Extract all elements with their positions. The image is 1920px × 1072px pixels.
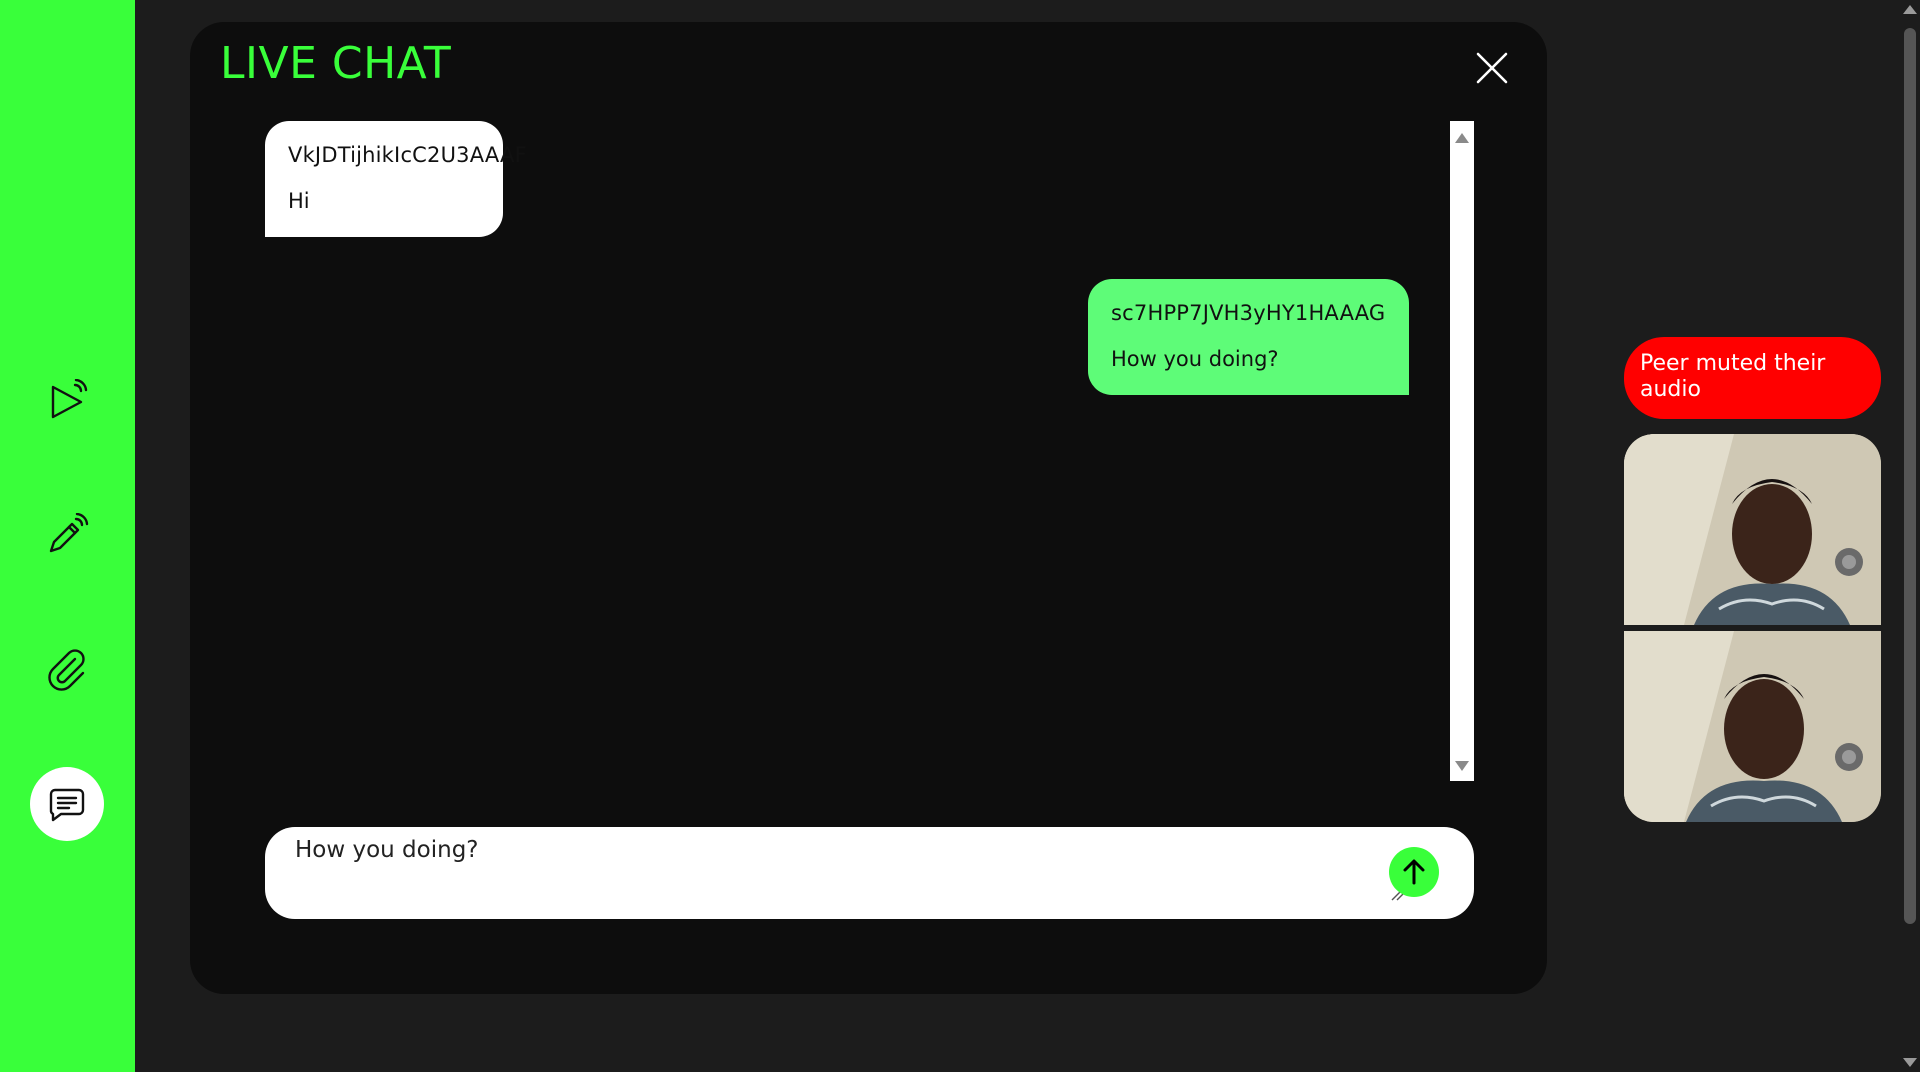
sidebar-item-draw[interactable] [30,498,104,572]
message-incoming: VkJDTijhikIcC2U3AAAF Hi [265,121,527,237]
live-chat-panel: LIVE CHAT VkJDTijhikIcC2U3AAAF Hi sc7HPP… [190,22,1547,994]
message-text: How you doing? [1111,347,1279,371]
message-composer [265,827,1474,919]
scroll-down-icon[interactable] [1455,761,1469,771]
message-sender: VkJDTijhikIcC2U3AAAF [288,143,527,167]
close-icon [1476,52,1508,84]
chat-title: LIVE CHAT [220,38,452,89]
person-video-image [1624,434,1881,625]
message-input[interactable] [295,837,1345,907]
play-broadcast-icon [51,379,88,419]
sidebar-item-chat[interactable] [30,767,104,841]
sidebar-item-attach[interactable] [30,632,104,706]
close-chat-button[interactable] [1472,48,1512,88]
message-list: VkJDTijhikIcC2U3AAAF Hi sc7HPP7JVH3yHY1H… [265,121,1409,781]
page-scroll-down-icon[interactable] [1903,1058,1917,1067]
message-sender: sc7HPP7JVH3yHY1HAAAG [1111,301,1386,325]
pencil-broadcast-icon [49,513,89,553]
sidebar [0,0,135,1072]
local-video [1624,631,1881,822]
chat-icon [49,788,85,822]
arrow-up-icon [1403,859,1425,885]
sidebar-item-stream[interactable] [30,364,104,438]
paperclip-icon [48,649,85,691]
page-scrollbar[interactable] [1899,0,1920,1072]
message-outgoing: sc7HPP7JVH3yHY1HAAAG How you doing? [1088,279,1409,395]
scroll-up-icon[interactable] [1455,133,1469,143]
person-video-image [1624,631,1881,822]
peer-muted-badge: Peer muted their audio [1624,337,1881,419]
send-button[interactable] [1389,847,1439,897]
message-scrollbar[interactable] [1450,121,1474,781]
page-scroll-thumb[interactable] [1904,28,1916,924]
remote-video [1624,434,1881,625]
page-scroll-up-icon[interactable] [1903,5,1917,14]
message-text: Hi [288,189,310,213]
